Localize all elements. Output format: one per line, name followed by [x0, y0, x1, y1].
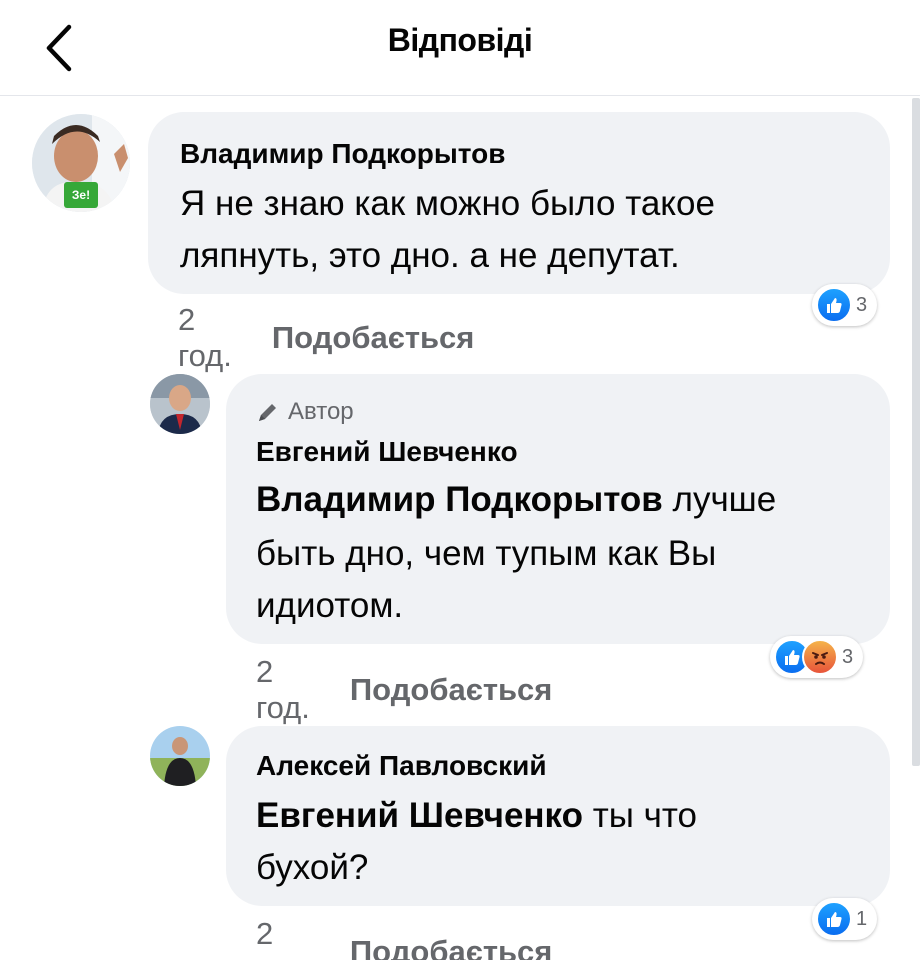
- reaction-count: 1: [856, 907, 868, 930]
- like-reaction-icon: [816, 287, 852, 323]
- reaction-summary[interactable]: 1: [812, 898, 878, 940]
- like-button[interactable]: Подобається: [350, 934, 553, 960]
- comment-text: ты что: [582, 796, 697, 835]
- avatar[interactable]: Зе!: [32, 114, 130, 212]
- like-reaction-icon: [816, 901, 852, 937]
- comment-bubble[interactable]: Владимир Подкорытов Я не знаю как можно …: [148, 112, 890, 294]
- reaction-count: 3: [842, 645, 854, 668]
- comment-text-line: Я не знаю как можно было такое: [180, 184, 715, 223]
- comment-text-line: Владимир Подкорытов лучше: [256, 480, 776, 520]
- comment-author[interactable]: Владимир Подкорытов: [180, 138, 505, 170]
- comment-text-line: идиотом.: [256, 586, 404, 625]
- pencil-icon: [259, 404, 276, 421]
- comment-text-line: быть дно, чем тупым как Вы: [256, 534, 717, 573]
- header-bar: Відповіді: [0, 0, 920, 96]
- like-button[interactable]: Подобається: [350, 672, 553, 708]
- comment-meta: 2 год. Подобається: [256, 654, 552, 726]
- reaction-count: 3: [856, 293, 868, 316]
- comment-mention[interactable]: Владимир Подкорытов: [256, 480, 663, 519]
- reaction-summary[interactable]: 3: [770, 636, 864, 678]
- reaction-summary[interactable]: 3: [812, 284, 878, 326]
- like-button[interactable]: Подобається: [272, 320, 475, 356]
- avatar[interactable]: [150, 374, 210, 434]
- page-title: Відповіді: [387, 22, 533, 58]
- comment-mention[interactable]: Евгений Шевченко: [256, 796, 583, 835]
- comment-bubble[interactable]: Алексей Павловский Евгений Шевченко ты ч…: [226, 726, 890, 906]
- comment-text-line: Евгений Шевченко ты что: [256, 796, 697, 836]
- avatar[interactable]: [150, 726, 210, 786]
- comment-meta: 2 год. Подобається: [256, 916, 552, 960]
- comment-author[interactable]: Евгений Шевченко: [256, 436, 518, 468]
- comment-author[interactable]: Алексей Павловский: [256, 750, 547, 782]
- comment-text-line: бухой?: [256, 848, 369, 887]
- comment-time[interactable]: 2 год.: [256, 654, 310, 726]
- party-badge-label: Зе!: [71, 188, 91, 202]
- comment-time[interactable]: 2 год.: [178, 302, 232, 374]
- angry-reaction-icon: [802, 639, 838, 675]
- author-badge: Автор: [256, 398, 354, 426]
- comment-bubble[interactable]: Автор Евгений Шевченко Владимир Подкорыт…: [226, 374, 890, 644]
- comment-time[interactable]: 2 год.: [256, 916, 310, 960]
- party-badge: Зе!: [64, 182, 98, 208]
- author-badge-label: Автор: [288, 398, 354, 425]
- comment-text-line: ляпнуть, это дно. а не депутат.: [180, 236, 680, 275]
- comment-text: лучше: [662, 480, 777, 519]
- comment-meta: 2 год. Подобається: [178, 302, 474, 374]
- scrollbar[interactable]: [912, 98, 920, 766]
